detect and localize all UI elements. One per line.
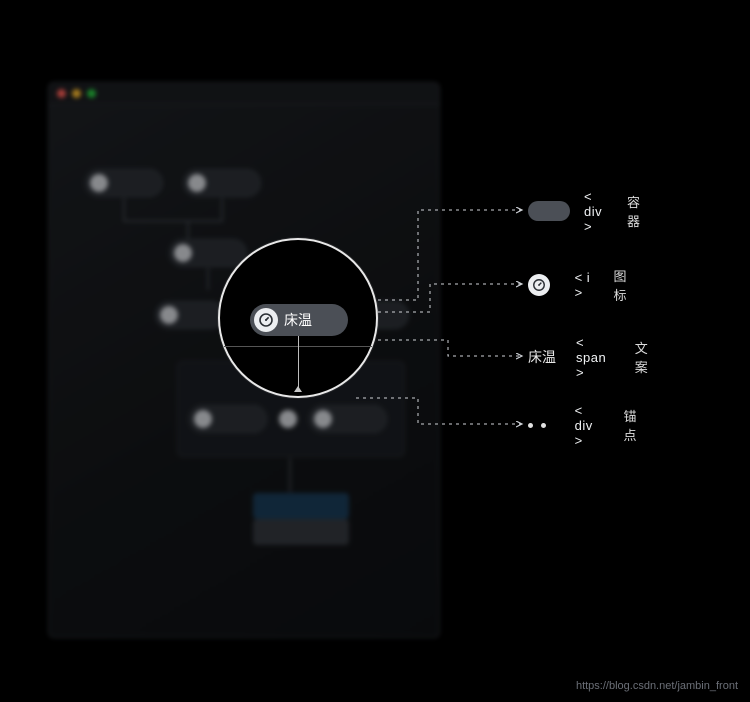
bg-node bbox=[85, 169, 163, 197]
window-zoom-dot bbox=[87, 89, 96, 98]
bg-card-header bbox=[253, 493, 349, 519]
legend-tag: < div > bbox=[575, 403, 604, 448]
window-close-dot bbox=[57, 89, 66, 98]
legend-sample-icon bbox=[528, 274, 561, 296]
legend-sample-anchor bbox=[528, 423, 561, 428]
anchor-line bbox=[298, 336, 299, 390]
legend-row-container: < div > 容器 bbox=[528, 197, 641, 225]
bg-node bbox=[309, 405, 387, 433]
bg-connector bbox=[123, 220, 223, 222]
legend-sample-container bbox=[528, 201, 570, 221]
node-container: 床温 bbox=[250, 304, 348, 336]
gauge-icon bbox=[528, 274, 550, 296]
node-label: 床温 bbox=[284, 304, 312, 336]
legend-sample-text-value: 床温 bbox=[528, 347, 556, 367]
magnifier-circle: 床温 bbox=[218, 238, 378, 398]
legend-tag: < div > bbox=[584, 189, 607, 234]
bg-node bbox=[183, 169, 261, 197]
bg-connector bbox=[207, 268, 209, 290]
legend-desc: 文案 bbox=[635, 338, 653, 376]
legend-desc: 容器 bbox=[627, 192, 641, 230]
legend-tag: < span > bbox=[576, 335, 615, 380]
legend-desc: 图标 bbox=[613, 266, 631, 304]
bg-card-body bbox=[253, 519, 349, 545]
legend-row-icon: < i > 图标 bbox=[528, 271, 631, 299]
legend-tag: < i > bbox=[575, 270, 594, 300]
window-minimize-dot bbox=[72, 89, 81, 98]
legend-row-text: 床温 < span > 文案 bbox=[528, 343, 653, 371]
bg-node bbox=[169, 239, 247, 267]
anchor-dots-icon bbox=[528, 423, 546, 428]
bg-node bbox=[189, 405, 267, 433]
legend-sample-text: 床温 bbox=[528, 347, 562, 367]
bg-connector bbox=[289, 458, 291, 492]
anchor-arrow-icon bbox=[294, 386, 302, 392]
bg-connector bbox=[221, 198, 223, 220]
window-titlebar bbox=[49, 83, 439, 105]
bg-dot bbox=[279, 410, 297, 428]
legend-desc: 锚点 bbox=[623, 406, 641, 444]
bg-connector bbox=[123, 198, 125, 220]
bg-connector bbox=[187, 222, 189, 240]
source-credit: https://blog.csdn.net/jambin_front bbox=[576, 680, 738, 692]
bg-node bbox=[155, 301, 225, 329]
pill-icon bbox=[528, 201, 570, 221]
gauge-icon bbox=[254, 308, 278, 332]
legend-row-anchor: < div > 锚点 bbox=[528, 411, 641, 439]
